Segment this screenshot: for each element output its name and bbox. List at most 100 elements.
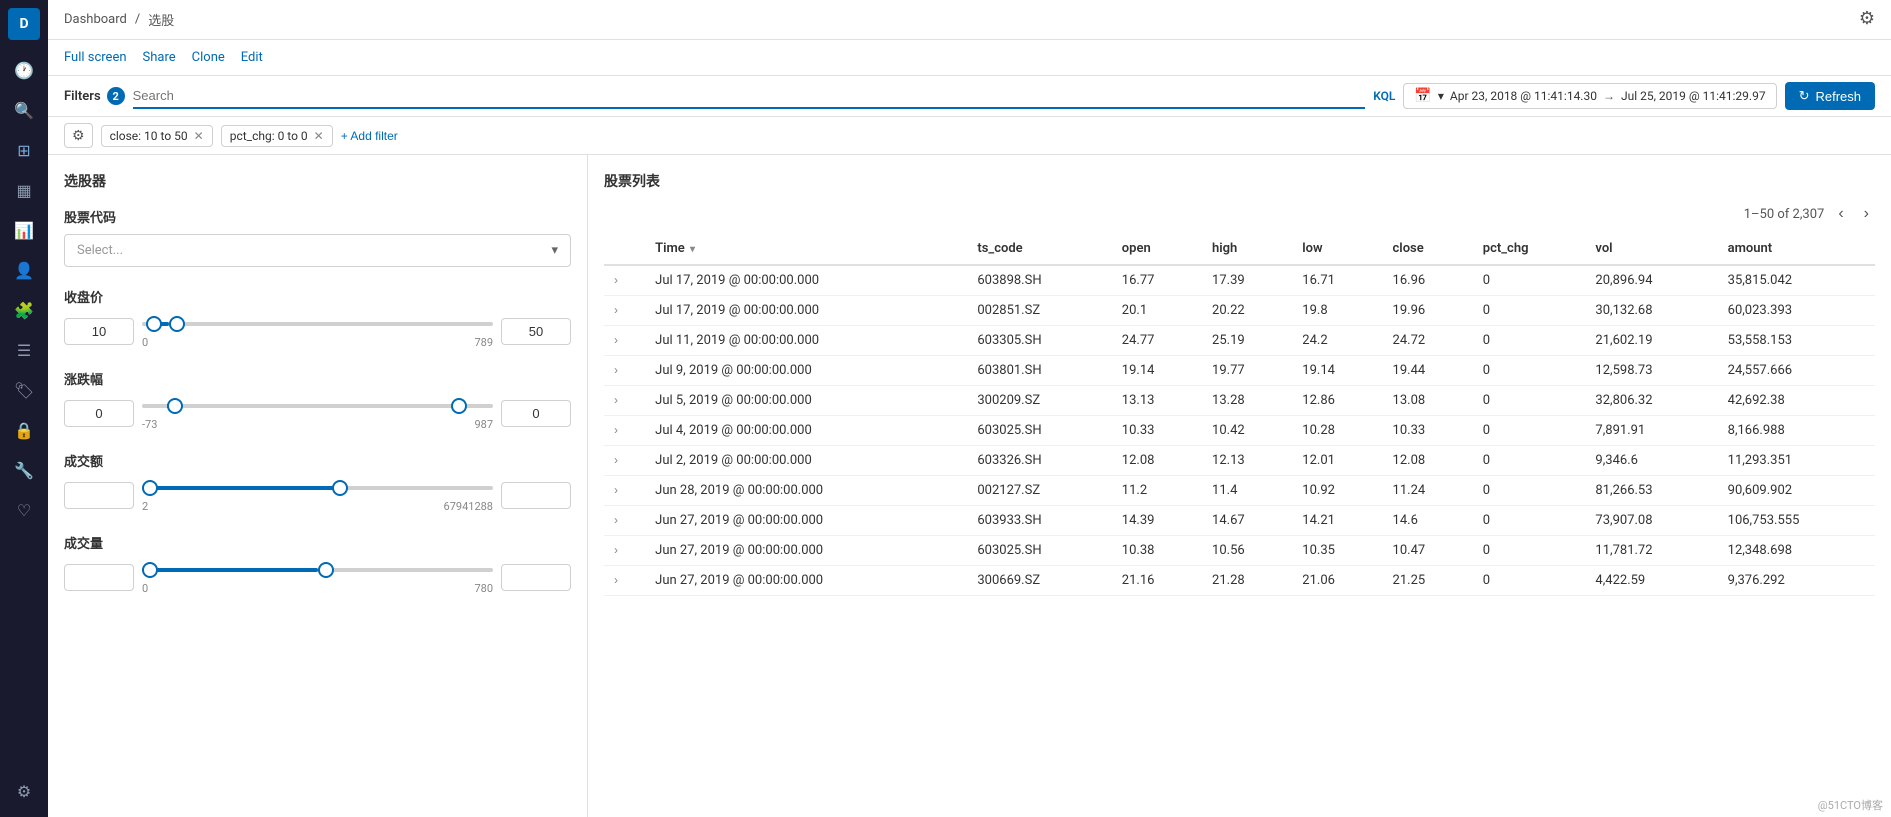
amount-label: 成交额: [64, 451, 571, 470]
pct-chg-slider[interactable]: [142, 396, 493, 416]
share-link[interactable]: Share: [143, 50, 176, 65]
row-pct-chg: 0: [1473, 265, 1586, 296]
vol-range: [142, 568, 318, 572]
row-time: Jun 27, 2019 @ 00:00:00.000: [645, 536, 967, 566]
row-amount: 35,815.042: [1718, 265, 1875, 296]
row-pct-chg: 0: [1473, 356, 1586, 386]
vol-thumb-left[interactable]: [142, 562, 158, 578]
row-close: 14.6: [1383, 506, 1473, 536]
amount-slider[interactable]: [142, 478, 493, 498]
nav-grid-icon[interactable]: ▦: [6, 172, 42, 208]
nav-lock-icon[interactable]: 🔒: [6, 412, 42, 448]
row-expand-button[interactable]: ›: [614, 423, 618, 437]
row-ts-code: 603326.SH: [967, 446, 1111, 476]
settings-icon[interactable]: ⚙: [1859, 8, 1875, 29]
kql-badge[interactable]: KQL: [1373, 89, 1395, 103]
row-expand-button[interactable]: ›: [614, 303, 618, 317]
row-amount: 53,558.153: [1718, 326, 1875, 356]
row-low: 10.28: [1292, 416, 1382, 446]
row-expand-button[interactable]: ›: [614, 453, 618, 467]
nav-gear-icon[interactable]: ⚙: [6, 773, 42, 809]
row-expand-button[interactable]: ›: [614, 573, 618, 587]
full-screen-link[interactable]: Full screen: [64, 50, 127, 65]
breadcrumb-home[interactable]: Dashboard: [64, 12, 127, 27]
col-open: open: [1112, 233, 1202, 265]
nav-person-icon[interactable]: 👤: [6, 252, 42, 288]
pagination-prev-button[interactable]: ‹: [1832, 203, 1849, 225]
filter-tag-close-remove[interactable]: ✕: [194, 129, 204, 143]
row-vol: 73,907.08: [1585, 506, 1717, 536]
pct-chg-thumb-right[interactable]: [451, 398, 467, 414]
nav-search-icon[interactable]: 🔍: [6, 92, 42, 128]
row-expand-button[interactable]: ›: [614, 513, 618, 527]
nav-tag-icon[interactable]: 🏷: [6, 372, 42, 408]
pct-chg-thumb-left[interactable]: [167, 398, 183, 414]
close-price-thumb-right[interactable]: [169, 316, 185, 332]
close-price-track: [142, 322, 493, 326]
amount-min-input[interactable]: [64, 482, 134, 509]
add-filter-button[interactable]: + Add filter: [341, 129, 398, 143]
row-expand-button[interactable]: ›: [614, 393, 618, 407]
table-row: › Jun 27, 2019 @ 00:00:00.000 603025.SH …: [604, 536, 1875, 566]
row-vol: 11,781.72: [1585, 536, 1717, 566]
pct-chg-min-input[interactable]: [64, 400, 134, 427]
nav-chart-icon[interactable]: 📊: [6, 212, 42, 248]
row-pct-chg: 0: [1473, 386, 1586, 416]
pct-chg-max-input[interactable]: [501, 400, 571, 427]
row-pct-chg: 0: [1473, 566, 1586, 596]
stock-code-section: 股票代码 Select... ▾: [64, 207, 571, 267]
edit-link[interactable]: Edit: [241, 50, 263, 65]
row-time: Jun 27, 2019 @ 00:00:00.000: [645, 566, 967, 596]
row-expand-button[interactable]: ›: [614, 273, 618, 287]
row-low: 10.35: [1292, 536, 1382, 566]
vol-min-input[interactable]: [64, 564, 134, 591]
nav-dashboard-icon[interactable]: ⊞: [6, 132, 42, 168]
close-price-slider[interactable]: [142, 314, 493, 334]
row-expand-button[interactable]: ›: [614, 333, 618, 347]
nav-heart-icon[interactable]: ♡: [6, 492, 42, 528]
row-vol: 20,896.94: [1585, 265, 1717, 296]
amount-thumb-left[interactable]: [142, 480, 158, 496]
filter-search-input[interactable]: [133, 84, 1366, 109]
nav-clock-icon[interactable]: 🕐: [6, 52, 42, 88]
filter-tag-close: close: 10 to 50 ✕: [101, 125, 213, 147]
row-low: 19.8: [1292, 296, 1382, 326]
pagination-next-button[interactable]: ›: [1858, 203, 1875, 225]
vol-thumb-right[interactable]: [318, 562, 334, 578]
col-time[interactable]: Time ▾: [645, 233, 967, 265]
filter-gear-button[interactable]: ⚙: [64, 123, 93, 148]
main-area: Dashboard / 选股 ⚙ Full screen Share Clone…: [48, 0, 1891, 817]
nav-puzzle-icon[interactable]: 🧩: [6, 292, 42, 328]
date-to: Jul 25, 2019 @ 11:41:29.97: [1621, 89, 1766, 103]
row-amount: 60,023.393: [1718, 296, 1875, 326]
left-panel-title: 选股器: [64, 171, 571, 191]
pct-chg-label: 涨跌幅: [64, 369, 571, 388]
stock-code-dropdown[interactable]: Select... ▾: [64, 234, 571, 267]
row-expand-button[interactable]: ›: [614, 483, 618, 497]
col-close: close: [1383, 233, 1473, 265]
stock-code-label: 股票代码: [64, 207, 571, 226]
row-expand-button[interactable]: ›: [614, 543, 618, 557]
nav-list-icon[interactable]: ☰: [6, 332, 42, 368]
amount-thumb-right[interactable]: [332, 480, 348, 496]
nav-tool-icon[interactable]: 🔧: [6, 452, 42, 488]
refresh-button[interactable]: ↻ Refresh: [1785, 82, 1875, 110]
vol-max-input[interactable]: [501, 564, 571, 591]
date-range-button[interactable]: 📅 ▾ Apr 23, 2018 @ 11:41:14.30 → Jul 25,…: [1403, 83, 1776, 109]
row-open: 12.08: [1112, 446, 1202, 476]
row-expand-button[interactable]: ›: [614, 363, 618, 377]
vol-slider[interactable]: [142, 560, 493, 580]
row-ts-code: 300209.SZ: [967, 386, 1111, 416]
close-price-max-input[interactable]: [501, 318, 571, 345]
vol-slider-wrap: 0 780: [142, 560, 493, 595]
row-amount: 106,753.555: [1718, 506, 1875, 536]
row-low: 24.2: [1292, 326, 1382, 356]
amount-max-input[interactable]: [501, 482, 571, 509]
close-price-min-input[interactable]: [64, 318, 134, 345]
amount-section: 成交额 2 67941288: [64, 451, 571, 513]
data-table: Time ▾ ts_code open high low close pct_c…: [604, 233, 1875, 596]
col-vol: vol: [1585, 233, 1717, 265]
clone-link[interactable]: Clone: [192, 50, 225, 65]
filter-tag-pctchg-remove[interactable]: ✕: [314, 129, 324, 143]
close-price-thumb-left[interactable]: [146, 316, 162, 332]
